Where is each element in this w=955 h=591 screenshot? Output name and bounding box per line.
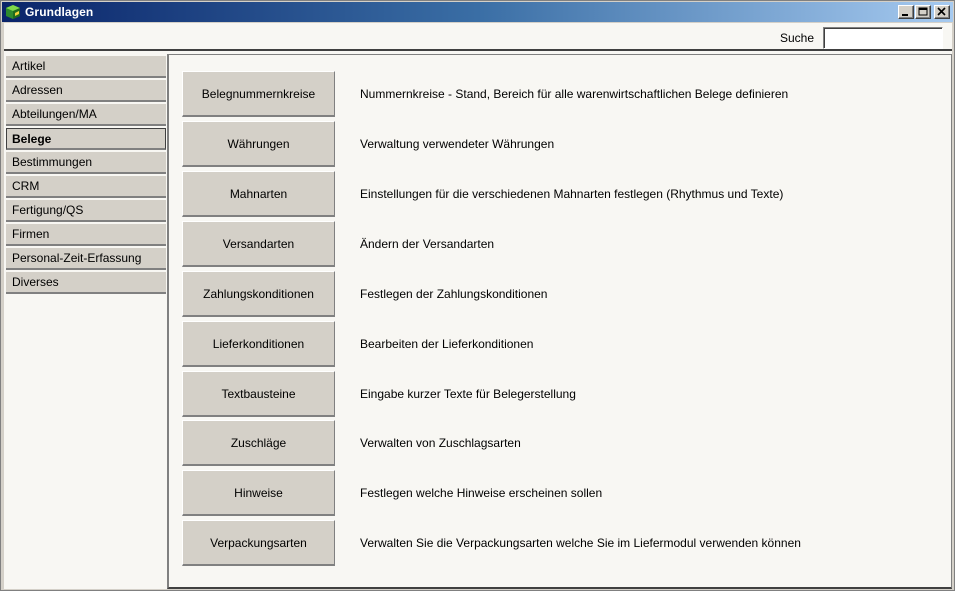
textbausteine-button[interactable]: Textbausteine	[182, 371, 335, 417]
waehrungen-button[interactable]: Währungen	[182, 121, 335, 167]
sidebar: Artikel Adressen Abteilungen/MA Belege B…	[4, 54, 167, 589]
list-item: Zahlungskonditionen Festlegen der Zahlun…	[182, 271, 942, 317]
zahlungskonditionen-button[interactable]: Zahlungskonditionen	[182, 271, 335, 317]
title-bar[interactable]: Grundlagen	[2, 2, 953, 22]
row-description: Nummernkreise - Stand, Bereich für alle …	[360, 87, 789, 101]
versandarten-button[interactable]: Versandarten	[182, 221, 335, 267]
verpackungsarten-button[interactable]: Verpackungsarten	[182, 520, 335, 566]
search-bar: Suche	[4, 23, 952, 51]
sidebar-item-diverses[interactable]: Diverses	[6, 272, 166, 294]
close-button[interactable]	[934, 5, 950, 19]
sidebar-item-adressen[interactable]: Adressen	[6, 80, 166, 102]
close-icon	[937, 7, 946, 16]
sidebar-item-firmen[interactable]: Firmen	[6, 224, 166, 246]
sidebar-item-fertigung-qs[interactable]: Fertigung/QS	[6, 200, 166, 222]
zuschlaege-button[interactable]: Zuschläge	[182, 420, 335, 466]
row-description: Festlegen welche Hinweise erscheinen sol…	[360, 486, 603, 500]
mahnarten-button[interactable]: Mahnarten	[182, 171, 335, 217]
belegnummernkreise-button[interactable]: Belegnummernkreise	[182, 71, 335, 117]
list-item: Verpackungsarten Verwalten Sie die Verpa…	[182, 520, 942, 566]
hinweise-button[interactable]: Hinweise	[182, 470, 335, 516]
minimize-icon	[902, 14, 908, 16]
row-description: Verwalten von Zuschlagsarten	[360, 436, 521, 450]
minimize-button[interactable]	[898, 5, 914, 19]
row-description: Einstellungen für die verschiedenen Mahn…	[360, 187, 784, 201]
row-description: Verwaltung verwendeter Währungen	[360, 137, 555, 151]
maximize-button[interactable]	[915, 5, 931, 19]
list-item: Versandarten Ändern der Versandarten	[182, 221, 942, 267]
row-description: Festlegen der Zahlungskonditionen	[360, 287, 548, 301]
list-item: Währungen Verwaltung verwendeter Währung…	[182, 121, 942, 167]
search-label: Suche	[779, 31, 814, 45]
window-title: Grundlagen	[25, 5, 94, 19]
sidebar-item-bestimmungen[interactable]: Bestimmungen	[6, 152, 166, 174]
maximize-icon	[918, 7, 928, 16]
list-item: Hinweise Festlegen welche Hinweise ersch…	[182, 470, 942, 516]
search-input[interactable]	[823, 27, 943, 49]
main-panel: Belegnummernkreise Nummernkreise - Stand…	[167, 54, 952, 589]
list-item: Lieferkonditionen Bearbeiten der Lieferk…	[182, 321, 942, 367]
sidebar-item-abteilungen-ma[interactable]: Abteilungen/MA	[6, 104, 166, 126]
list-item: Zuschläge Verwalten von Zuschlagsarten	[182, 420, 942, 466]
lieferkonditionen-button[interactable]: Lieferkonditionen	[182, 321, 335, 367]
row-description: Bearbeiten der Lieferkonditionen	[360, 337, 534, 351]
sidebar-item-personal-zeit-erfassung[interactable]: Personal-Zeit-Erfassung	[6, 248, 166, 270]
list-item: Belegnummernkreise Nummernkreise - Stand…	[182, 71, 942, 117]
client-area: Suche Artikel Adressen Abteilungen/MA Be…	[4, 23, 952, 589]
row-description: Eingabe kurzer Texte für Belegerstellung	[360, 387, 576, 401]
sidebar-item-belege[interactable]: Belege	[6, 128, 166, 150]
row-description: Ändern der Versandarten	[360, 237, 495, 251]
list-item: Mahnarten Einstellungen für die verschie…	[182, 171, 942, 217]
sidebar-item-artikel[interactable]: Artikel	[6, 56, 166, 78]
sidebar-item-crm[interactable]: CRM	[6, 176, 166, 198]
green-cube-icon[interactable]	[5, 4, 21, 20]
window-controls	[897, 5, 950, 19]
row-description: Verwalten Sie die Verpackungsarten welch…	[360, 536, 801, 550]
app-window: Grundlagen Suche Artikel Adressen Abteil…	[0, 0, 955, 591]
list-item: Textbausteine Eingabe kurzer Texte für B…	[182, 371, 942, 417]
